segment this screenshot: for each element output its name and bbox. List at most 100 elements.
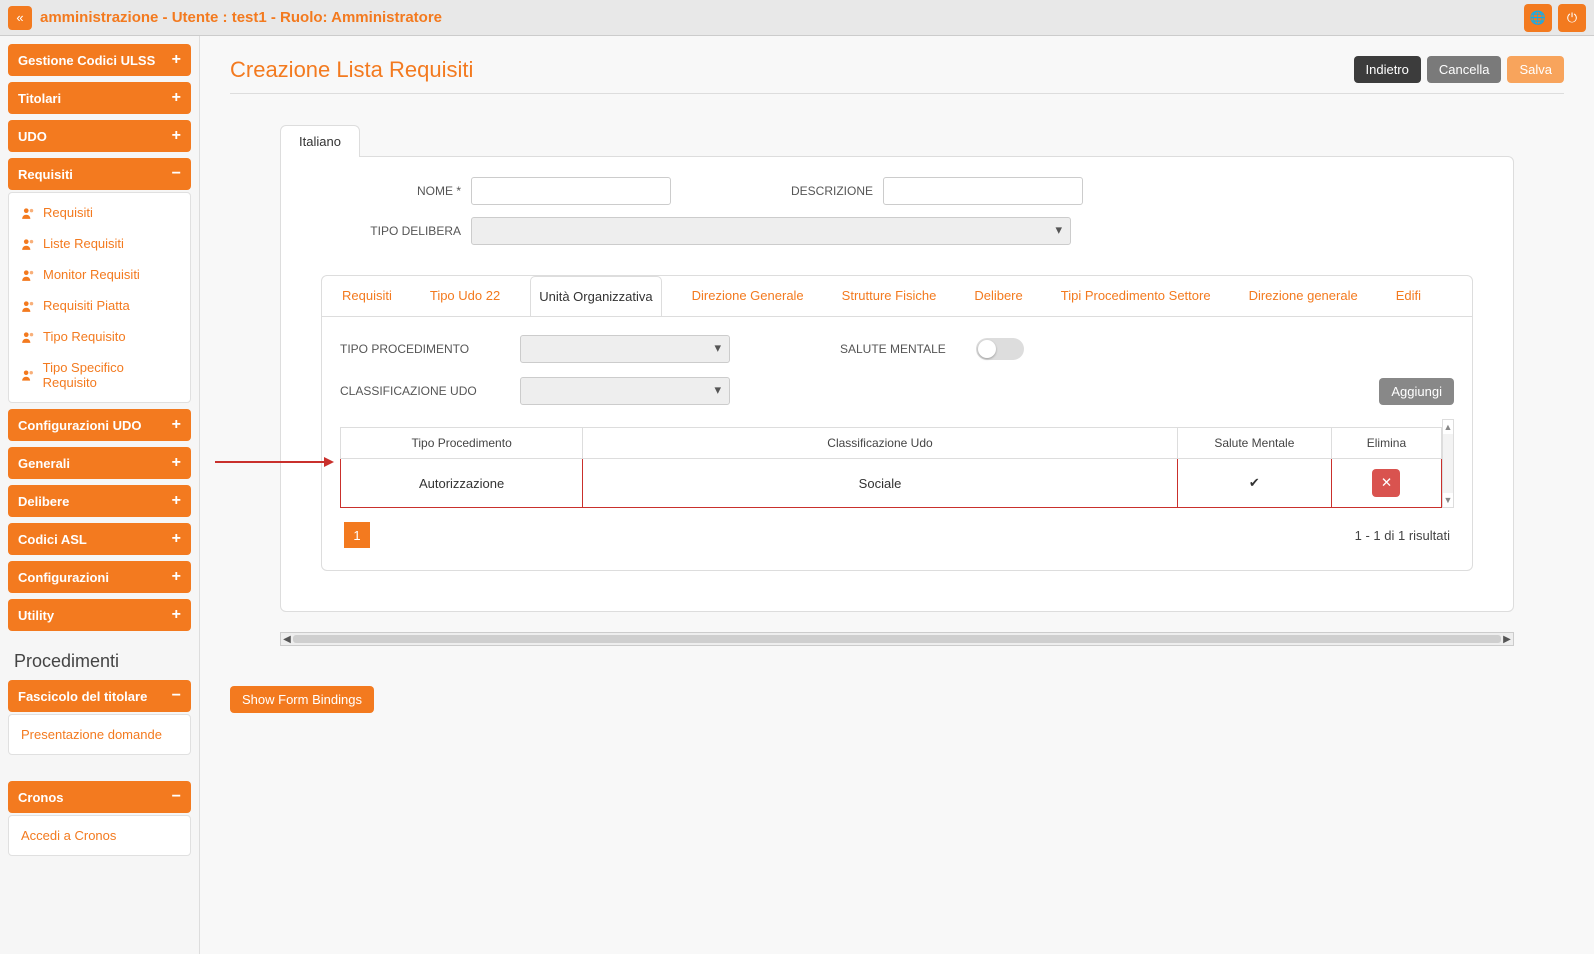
cancel-button[interactable]: Cancella [1427,56,1502,83]
tipo-procedimento-select[interactable] [520,335,730,363]
save-button[interactable]: Salva [1507,56,1564,83]
nome-label: NOME * [321,184,461,198]
panel-cronos[interactable]: Cronos − [8,781,191,813]
panel-label: UDO [18,129,47,144]
panel-gestione-codici-ulss[interactable]: Gestione Codici ULSS + [8,44,191,76]
aggiungi-button[interactable]: Aggiungi [1379,378,1454,405]
table-header-row: Tipo Procedimento Classificazione Udo Sa… [341,428,1442,459]
cell-salute: ✔ [1177,459,1331,508]
scroll-thumb[interactable] [293,635,1501,643]
panel-utility[interactable]: Utility + [8,599,191,631]
toggle-knob [978,340,996,358]
divider [230,93,1564,94]
panel-label: Titolari [18,91,61,106]
tab-direzione-generale[interactable]: Direzione Generale [684,276,812,316]
sidebar-item-presentazione-domande[interactable]: Presentazione domande [9,719,190,750]
th-classificazione-udo: Classificazione Udo [583,428,1178,459]
panel-label: Delibere [18,494,69,509]
nome-input[interactable] [471,177,671,205]
delete-row-button[interactable]: ✕ [1372,469,1400,497]
cell-tipo: Autorizzazione [341,459,583,508]
plus-icon: + [172,569,181,585]
sidebar-item-tipo-requisito[interactable]: Tipo Requisito [9,321,190,352]
results-count: 1 - 1 di 1 risultati [1355,528,1450,543]
minus-icon: − [172,688,181,704]
power-icon: ⏻ [1567,10,1577,26]
salute-mentale-toggle[interactable] [976,338,1024,360]
page-1-button[interactable]: 1 [344,522,370,548]
th-elimina: Elimina [1331,428,1441,459]
tab-delibere[interactable]: Delibere [966,276,1030,316]
classificazione-udo-select[interactable] [520,377,730,405]
tab-direzione-generale-2[interactable]: Direzione generale [1241,276,1366,316]
submenu-fascicolo: Presentazione domande [8,714,191,755]
panel-label: Configurazioni [18,570,109,585]
panel-delibere[interactable]: Delibere + [8,485,191,517]
power-button[interactable]: ⏻ [1558,4,1586,32]
close-icon: ✕ [1381,475,1392,491]
descrizione-input[interactable] [883,177,1083,205]
panel-udo[interactable]: UDO + [8,120,191,152]
tab-unita-organizzativa[interactable]: Unità Organizzativa [530,276,661,317]
plus-icon: + [172,607,181,623]
sidebar-item-monitor-requisiti[interactable]: Monitor Requisiti [9,259,190,290]
submenu-cronos: Accedi a Cronos [8,815,191,856]
tipo-delibera-select[interactable] [471,217,1071,245]
tabs-header: Requisiti Tipo Udo 22 Unità Organizzativ… [322,276,1472,317]
panel-fascicolo-titolare[interactable]: Fascicolo del titolare − [8,680,191,712]
panel-codici-asl[interactable]: Codici ASL + [8,523,191,555]
show-form-bindings-button[interactable]: Show Form Bindings [230,686,374,713]
header-buttons: Indietro Cancella Salva [1354,56,1565,83]
th-salute-mentale: Salute Mentale [1177,428,1331,459]
cell-elimina: ✕ [1331,459,1441,508]
table-vertical-scrollbar[interactable]: ▲ ▼ [1442,419,1454,508]
collapse-sidebar-button[interactable]: « [8,6,32,30]
tab-strutture-fisiche[interactable]: Strutture Fisiche [834,276,945,316]
scroll-track[interactable] [1443,434,1453,493]
sidebar-item-tipo-specifico-requisito[interactable]: Tipo Specifico Requisito [9,352,190,398]
panel-requisiti[interactable]: Requisiti − [8,158,191,190]
back-button[interactable]: Indietro [1354,56,1421,83]
submenu-requisiti: Requisiti Liste Requisiti Monitor Requis… [8,192,191,403]
scroll-up-icon[interactable]: ▲ [1443,420,1453,434]
scroll-right-icon[interactable]: ▶ [1501,633,1513,645]
tab-tipi-procedimento-settore[interactable]: Tipi Procedimento Settore [1053,276,1219,316]
plus-icon: + [172,417,181,433]
descrizione-label: DESCRIZIONE [791,184,873,198]
panel-configurazioni-udo[interactable]: Configurazioni UDO + [8,409,191,441]
sidebar-item-liste-requisiti[interactable]: Liste Requisiti [9,228,190,259]
table-row: Autorizzazione Sociale ✔ ✕ [341,459,1442,508]
tab-edifi[interactable]: Edifi [1388,276,1429,316]
user-icon [21,330,35,344]
user-icon [21,368,35,382]
sidebar: Gestione Codici ULSS + Titolari + UDO + … [0,36,200,954]
panel-label: Configurazioni UDO [18,418,142,433]
globe-icon: 🌐 [1530,10,1546,26]
results-table: Tipo Procedimento Classificazione Udo Sa… [340,427,1442,508]
sidebar-item-accedi-cronos[interactable]: Accedi a Cronos [9,820,190,851]
plus-icon: + [172,493,181,509]
tipo-procedimento-label: TIPO PROCEDIMENTO [340,342,490,356]
globe-button[interactable]: 🌐 [1524,4,1552,32]
sidebar-item-label: Tipo Requisito [43,329,126,344]
sidebar-item-requisiti[interactable]: Requisiti [9,197,190,228]
sidebar-item-label: Presentazione domande [21,727,162,742]
horizontal-scrollbar[interactable]: ◀ ▶ [280,632,1514,646]
panel-generali[interactable]: Generali + [8,447,191,479]
sidebar-item-label: Monitor Requisiti [43,267,140,282]
scroll-down-icon[interactable]: ▼ [1443,493,1453,507]
panel-configurazioni[interactable]: Configurazioni + [8,561,191,593]
scroll-left-icon[interactable]: ◀ [281,633,293,645]
topbar: « amministrazione - Utente : test1 - Ruo… [0,0,1594,36]
language-tab[interactable]: Italiano [280,125,360,157]
panel-label: Gestione Codici ULSS [18,53,155,68]
tab-tipo-udo-22[interactable]: Tipo Udo 22 [422,276,508,316]
sidebar-item-label: Requisiti Piatta [43,298,130,313]
sidebar-item-requisiti-piatta[interactable]: Requisiti Piatta [9,290,190,321]
chevron-left-icon: « [16,10,23,25]
topbar-title: amministrazione - Utente : test1 - Ruolo… [40,9,1524,26]
plus-icon: + [172,128,181,144]
panel-titolari[interactable]: Titolari + [8,82,191,114]
tab-requisiti[interactable]: Requisiti [334,276,400,316]
sidebar-item-label: Tipo Specifico Requisito [43,360,178,390]
